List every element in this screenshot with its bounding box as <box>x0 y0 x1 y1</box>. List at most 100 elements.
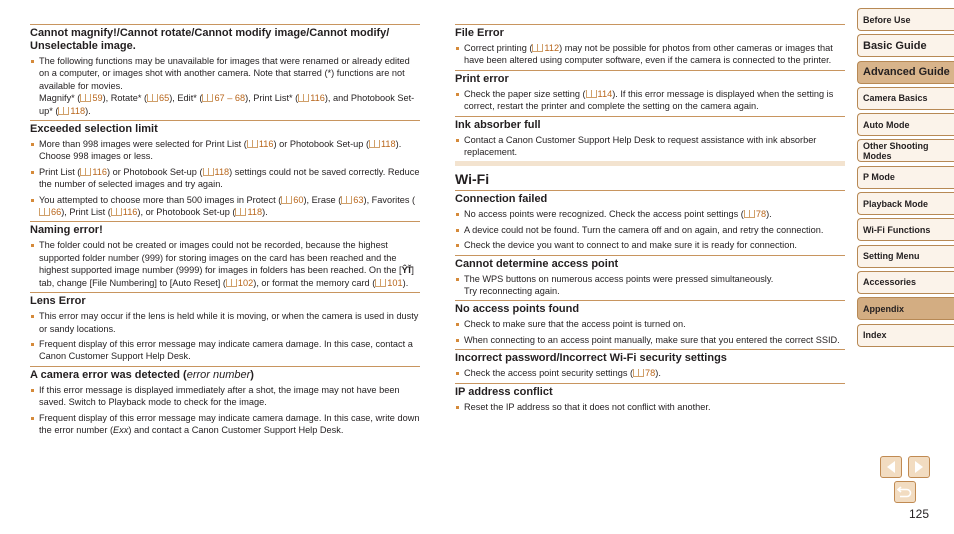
wifi-heading: Wi-Fi <box>455 171 490 188</box>
page-reference-link[interactable]: 116 <box>246 139 274 149</box>
page-reference-link[interactable]: 65 <box>147 93 169 103</box>
bullet-list: Check to make sure that the access point… <box>455 318 845 346</box>
italic-text: Exx <box>113 424 129 435</box>
nav-tab-other-shooting-modes[interactable]: Other Shooting Modes <box>857 139 954 163</box>
book-icon <box>341 195 353 204</box>
bullet-list: The folder could not be created or image… <box>30 239 420 289</box>
error-section: Exceeded selection limit More than 998 im… <box>30 120 420 218</box>
bullet-item: A device could not be found. Turn the ca… <box>455 224 845 236</box>
section-title: IP address conflict <box>455 385 553 398</box>
page-reference-link[interactable]: 59 <box>80 93 103 103</box>
bullet-item: The WPS buttons on numerous access point… <box>455 273 845 298</box>
nav-tab-before-use[interactable]: Before Use <box>857 8 954 31</box>
return-arrow-icon <box>897 486 912 498</box>
page-reference-link[interactable]: 66 <box>39 207 61 217</box>
book-icon <box>298 94 310 103</box>
error-section: Incorrect password/Incorrect Wi-Fi secur… <box>455 349 845 379</box>
bullet-list: Correct printing (112) may not be possib… <box>455 42 845 67</box>
nav-tab-accessories[interactable]: Accessories <box>857 270 954 294</box>
book-icon <box>80 167 92 176</box>
section-title: No access points found <box>455 303 580 316</box>
section-title: Cannot magnify!/Cannot rotate/Cannot mod… <box>30 27 390 52</box>
left-column: Cannot magnify!/Cannot rotate/Cannot mod… <box>30 24 420 439</box>
wifi-divider-band <box>455 161 845 167</box>
section-title-italic: error number <box>186 368 251 381</box>
book-icon <box>202 94 214 103</box>
page-reference-link[interactable]: 116 <box>80 167 107 177</box>
nav-tab-setting-menu[interactable]: Setting Menu <box>857 244 954 268</box>
page-reference-link[interactable]: 116 <box>298 93 325 103</box>
nav-tab-playback-mode[interactable]: Playback Mode <box>857 192 954 216</box>
page-reference-link[interactable]: 118 <box>235 207 262 217</box>
nav-tab-advanced-guide[interactable]: Advanced Guide <box>857 60 954 84</box>
page-reference-link[interactable]: 63 <box>341 195 364 205</box>
error-section: Print error Check the paper size setting … <box>455 69 845 113</box>
page-reference-link[interactable]: 78 <box>633 368 655 378</box>
error-section: No access points found Check to make sure… <box>455 300 845 346</box>
next-page-button[interactable] <box>908 456 930 478</box>
error-section: Cannot determine access point The WPS but… <box>455 254 845 298</box>
nav-tab-basic-guide[interactable]: Basic Guide <box>857 34 954 58</box>
bullet-item: When connecting to an access point manua… <box>455 334 845 346</box>
bullet-list: The following functions may be unavailab… <box>30 55 420 117</box>
previous-page-button[interactable] <box>880 456 902 478</box>
nav-tab-appendix[interactable]: Appendix <box>857 297 954 321</box>
nav-tab-index[interactable]: Index <box>857 323 954 347</box>
page-reference-link[interactable]: 67 – 68 <box>202 93 245 103</box>
page-reference-link[interactable]: 112 <box>532 43 559 53</box>
page-reference-link[interactable]: 118 <box>202 167 229 177</box>
return-button[interactable] <box>894 481 916 503</box>
error-section: IP address conflict Reset the IP address … <box>455 382 845 413</box>
book-icon <box>202 167 214 176</box>
page-reference-link[interactable]: 60 <box>281 195 304 205</box>
error-section: Naming error! The folder could not be cre… <box>30 221 420 289</box>
bullet-list: Contact a Canon Customer Support Help De… <box>455 134 845 159</box>
bullet-list: The WPS buttons on numerous access point… <box>455 273 845 298</box>
bullet-list: Check the paper size setting (114). If t… <box>455 88 845 113</box>
section-title: Ink absorber full <box>455 118 541 131</box>
bullet-item: The following functions may be unavailab… <box>30 55 420 117</box>
page-reference-link[interactable]: 118 <box>369 139 396 149</box>
page-reference-link[interactable]: 118 <box>58 106 85 116</box>
page-reference-link[interactable]: 78 <box>743 209 766 219</box>
section-title: Connection failed <box>455 193 548 206</box>
bullet-item: Check the access point security settings… <box>455 367 845 379</box>
book-icon <box>235 208 247 217</box>
bullet-item: Check to make sure that the access point… <box>455 318 845 330</box>
bullet-item: Check the device you want to connect to … <box>455 239 845 251</box>
nav-tab-camera-basics[interactable]: Camera Basics <box>857 86 954 110</box>
bullet-item: Check the paper size setting (114). If t… <box>455 88 845 113</box>
bullet-item: Frequent display of this error message m… <box>30 338 420 363</box>
page-reference-link[interactable]: 116 <box>110 207 137 217</box>
bullet-item: The folder could not be created or image… <box>30 239 420 289</box>
bullet-list: More than 998 images were selected for P… <box>30 138 420 218</box>
page-reference-link[interactable]: 114 <box>585 89 612 99</box>
book-icon <box>58 106 70 115</box>
section-title: Print error <box>455 72 509 85</box>
book-icon <box>147 94 159 103</box>
error-section: A camera error was detected (error numbe… <box>30 365 420 437</box>
error-section: Ink absorber full Contact a Canon Custome… <box>455 115 845 159</box>
error-section: File Error Correct printing (112) may not… <box>455 24 845 67</box>
page-number: 125 <box>909 507 930 521</box>
nav-tab-wi-fi-functions[interactable]: Wi-Fi Functions <box>857 218 954 242</box>
triangle-left-icon <box>887 461 895 473</box>
book-icon <box>532 44 544 52</box>
bullet-list: If this error message is displayed immed… <box>30 384 420 437</box>
bullet-item: This error may occur if the lens is held… <box>30 310 420 335</box>
book-icon <box>39 208 50 217</box>
chapter-tabs: Before Use Basic Guide Advanced Guide Camer… <box>857 8 954 350</box>
nav-tab-p-mode[interactable]: P Mode <box>857 165 954 189</box>
nav-tab-auto-mode[interactable]: Auto Mode <box>857 113 954 137</box>
book-icon <box>80 94 92 103</box>
triangle-right-icon <box>915 461 923 473</box>
page-reference-link[interactable]: 102 <box>225 278 253 288</box>
section-title: Lens Error <box>30 295 86 308</box>
section-title: Exceeded selection limit <box>30 123 158 136</box>
settings-tab-icon: ŶŤ <box>401 265 413 276</box>
error-section: Connection failed No access points were r… <box>455 190 845 251</box>
bullet-item: Contact a Canon Customer Support Help De… <box>455 134 845 159</box>
right-column: File Error Correct printing (112) may not… <box>455 24 845 416</box>
bullet-list: No access points were recognized. Check … <box>455 208 845 251</box>
page-reference-link[interactable]: 101 <box>375 278 403 288</box>
